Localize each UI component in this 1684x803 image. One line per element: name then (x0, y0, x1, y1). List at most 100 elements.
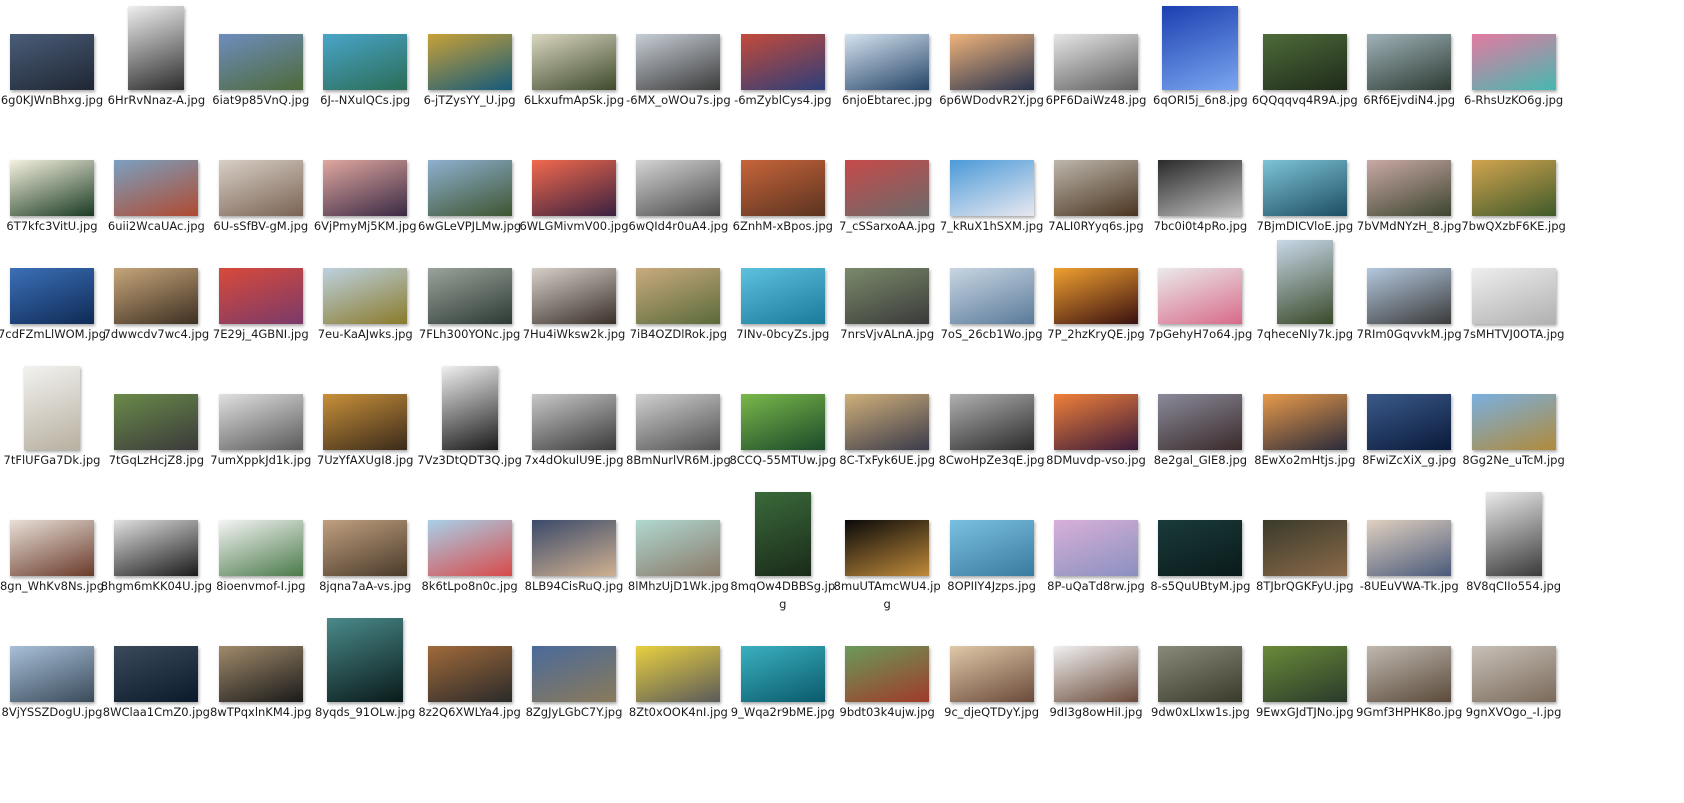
image-thumbnail[interactable] (1158, 160, 1243, 216)
image-thumbnail[interactable] (1367, 520, 1452, 576)
image-thumbnail[interactable] (740, 268, 825, 324)
file-name-label: 7tFlUFGa7Dk.jpg (3, 453, 101, 467)
image-thumbnail[interactable] (1162, 6, 1239, 90)
image-thumbnail[interactable] (532, 520, 616, 576)
image-thumbnail[interactable] (10, 268, 94, 324)
image-thumbnail[interactable] (1262, 394, 1347, 450)
file-name-label: 7INv-0bcyZs.jpg (736, 327, 830, 341)
image-thumbnail[interactable] (218, 34, 303, 90)
image-thumbnail[interactable] (532, 34, 616, 90)
image-thumbnail[interactable] (427, 160, 512, 216)
image-thumbnail[interactable] (532, 268, 616, 324)
image-thumbnail[interactable] (1471, 160, 1556, 216)
image-thumbnail[interactable] (427, 34, 512, 90)
file-name-label: 8VjYSSZDogU.jpg (1, 705, 103, 719)
image-thumbnail[interactable] (323, 394, 408, 450)
image-thumbnail[interactable] (636, 394, 721, 450)
image-thumbnail[interactable] (1471, 34, 1556, 90)
image-thumbnail[interactable] (1367, 34, 1452, 90)
image-thumbnail[interactable] (218, 394, 303, 450)
image-thumbnail[interactable] (218, 646, 303, 702)
image-thumbnail[interactable] (10, 160, 94, 216)
image-thumbnail[interactable] (845, 394, 930, 450)
image-thumbnail[interactable] (1367, 160, 1452, 216)
image-thumbnail[interactable] (636, 160, 721, 216)
image-thumbnail[interactable] (441, 366, 498, 450)
file-name-label: 8FwiZcXiX_g.jpg (1362, 453, 1457, 467)
image-thumbnail[interactable] (10, 34, 94, 90)
image-thumbnail[interactable] (636, 646, 721, 702)
image-thumbnail[interactable] (1471, 394, 1556, 450)
image-thumbnail[interactable] (1471, 646, 1556, 702)
image-thumbnail[interactable] (1054, 34, 1138, 90)
image-thumbnail[interactable] (740, 646, 825, 702)
image-thumbnail[interactable] (636, 268, 721, 324)
image-thumbnail[interactable] (845, 268, 930, 324)
image-thumbnail[interactable] (114, 160, 199, 216)
file-name-label: 7qheceNIy7k.jpg (1256, 327, 1354, 341)
image-thumbnail[interactable] (532, 160, 616, 216)
image-thumbnail[interactable] (1276, 240, 1333, 324)
image-thumbnail[interactable] (1367, 268, 1452, 324)
image-thumbnail[interactable] (114, 394, 199, 450)
image-thumbnail[interactable] (10, 646, 94, 702)
image-thumbnail[interactable] (1262, 646, 1347, 702)
image-thumbnail[interactable] (323, 34, 408, 90)
image-thumbnail[interactable] (949, 268, 1034, 324)
image-thumbnail[interactable] (1054, 394, 1138, 450)
image-thumbnail[interactable] (845, 160, 930, 216)
image-thumbnail[interactable] (114, 520, 199, 576)
image-thumbnail[interactable] (532, 394, 616, 450)
image-thumbnail[interactable] (1485, 492, 1542, 576)
file-name-label: 8Zt0xOOK4nI.jpg (628, 705, 728, 719)
image-thumbnail[interactable] (740, 34, 825, 90)
file-name-label: 7tGqLzHcjZ8.jpg (108, 453, 205, 467)
image-thumbnail[interactable] (1471, 268, 1556, 324)
image-thumbnail[interactable] (1262, 520, 1347, 576)
image-thumbnail[interactable] (128, 6, 185, 90)
file-name-label: 9bdt03k4ujw.jpg (839, 705, 935, 719)
image-thumbnail[interactable] (949, 160, 1034, 216)
image-thumbnail[interactable] (636, 34, 721, 90)
image-thumbnail[interactable] (427, 520, 512, 576)
image-thumbnail[interactable] (1054, 520, 1138, 576)
image-thumbnail[interactable] (323, 520, 408, 576)
image-thumbnail[interactable] (1367, 394, 1452, 450)
image-thumbnail[interactable] (1054, 160, 1138, 216)
image-thumbnail[interactable] (427, 646, 512, 702)
image-thumbnail[interactable] (323, 160, 408, 216)
image-thumbnail[interactable] (532, 646, 616, 702)
image-thumbnail[interactable] (218, 160, 303, 216)
image-thumbnail[interactable] (218, 520, 303, 576)
image-thumbnail[interactable] (114, 646, 199, 702)
image-thumbnail[interactable] (1367, 646, 1452, 702)
image-thumbnail[interactable] (845, 34, 930, 90)
image-thumbnail[interactable] (1054, 646, 1138, 702)
image-thumbnail[interactable] (740, 394, 825, 450)
image-thumbnail[interactable] (114, 268, 199, 324)
image-thumbnail[interactable] (427, 268, 512, 324)
image-thumbnail[interactable] (323, 268, 408, 324)
image-thumbnail[interactable] (949, 34, 1034, 90)
image-thumbnail[interactable] (1158, 268, 1243, 324)
image-thumbnail[interactable] (10, 520, 94, 576)
image-thumbnail[interactable] (754, 492, 811, 576)
image-thumbnail[interactable] (949, 394, 1034, 450)
image-thumbnail[interactable] (24, 366, 80, 450)
image-thumbnail[interactable] (218, 268, 303, 324)
image-thumbnail[interactable] (1262, 34, 1347, 90)
image-thumbnail[interactable] (327, 618, 404, 702)
image-thumbnail[interactable] (1054, 268, 1138, 324)
image-thumbnail[interactable] (740, 160, 825, 216)
image-thumbnail[interactable] (1262, 160, 1347, 216)
image-thumbnail[interactable] (1158, 520, 1243, 576)
image-thumbnail[interactable] (1158, 646, 1243, 702)
image-thumbnail[interactable] (636, 520, 721, 576)
image-thumbnail[interactable] (845, 520, 930, 576)
image-thumbnail[interactable] (949, 520, 1034, 576)
image-thumbnail[interactable] (949, 646, 1034, 702)
file-name-label: 8P-uQaTd8rw.jpg (1047, 579, 1145, 593)
file-name-label: 7dwwcdv7wc4.jpg (103, 327, 210, 341)
image-thumbnail[interactable] (845, 646, 930, 702)
image-thumbnail[interactable] (1158, 394, 1243, 450)
